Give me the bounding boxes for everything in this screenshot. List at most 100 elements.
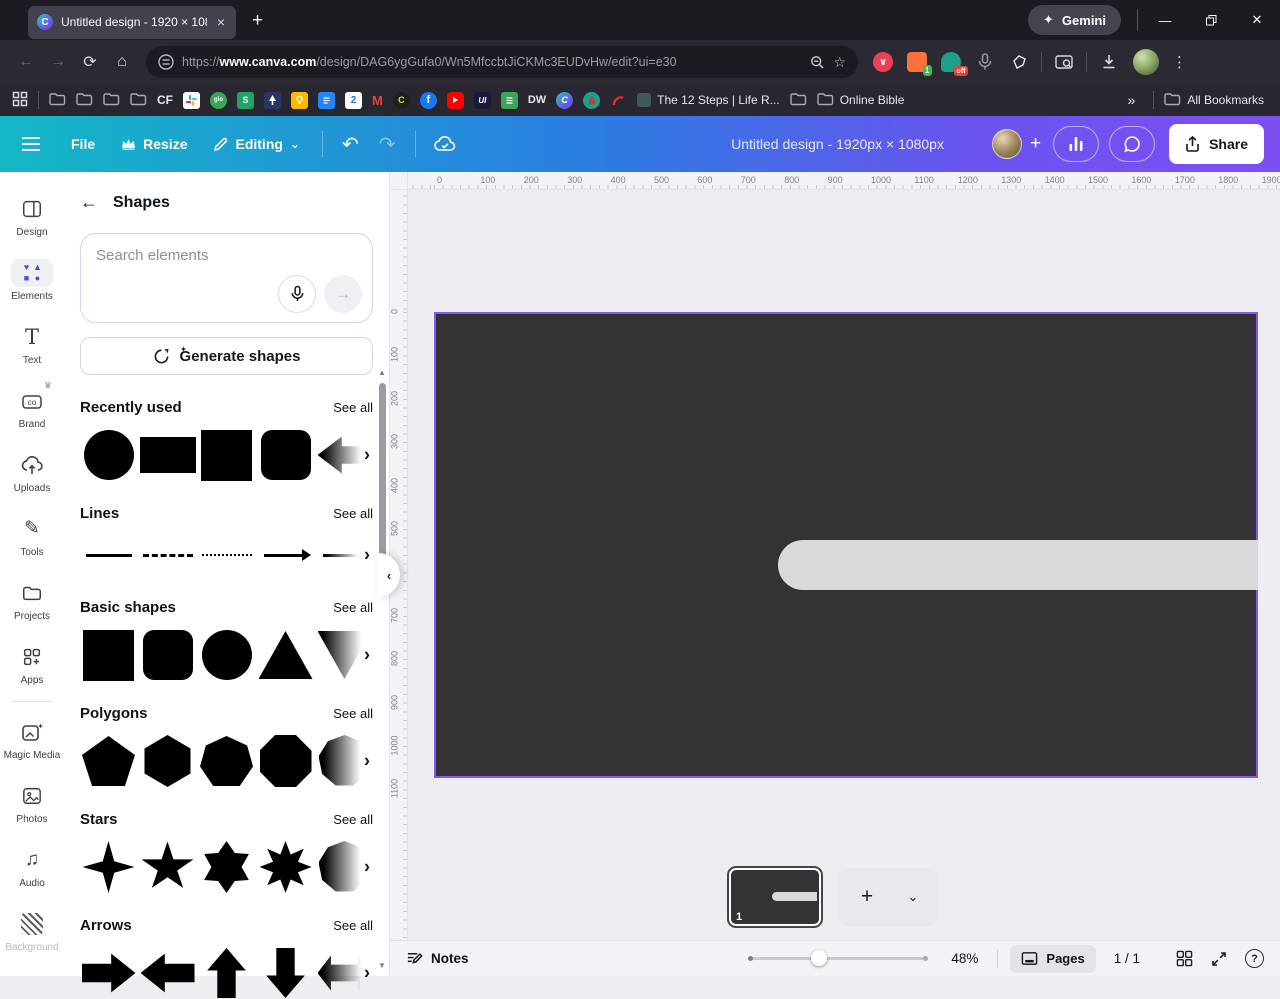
rounded-bar-shape[interactable] xyxy=(778,540,1258,590)
undo-button[interactable]: ↶ xyxy=(332,132,369,157)
container-tab-icon[interactable] xyxy=(1054,52,1074,72)
shape-hexagon[interactable] xyxy=(139,735,196,787)
search-submit-button[interactable]: → xyxy=(324,275,362,313)
permissions-icon[interactable] xyxy=(158,54,174,70)
shape-starburst-more[interactable]: › xyxy=(316,841,373,893)
shape-star-8[interactable] xyxy=(257,841,314,893)
see-all-link[interactable]: See all xyxy=(333,600,373,615)
chevron-right-icon[interactable]: › xyxy=(364,751,370,772)
vpn-extension-icon[interactable]: off xyxy=(941,52,961,72)
docs-icon[interactable] xyxy=(318,92,335,109)
gmail-icon[interactable]: M xyxy=(372,93,383,108)
shape-arrow-left[interactable] xyxy=(139,947,196,999)
tab-manager-extension-icon[interactable]: 1 xyxy=(907,52,927,72)
sidebar-item-audio[interactable]: ♫ Audio xyxy=(0,835,64,899)
zoom-slider-thumb[interactable] xyxy=(811,950,827,966)
forward-icon[interactable]: → xyxy=(42,47,74,77)
bookmark-twelve-steps[interactable]: The 12 Steps | Life R... xyxy=(637,93,780,107)
chevron-right-icon[interactable]: › xyxy=(364,545,370,566)
document-title[interactable]: Untitled design - 1920px × 1080px xyxy=(731,136,944,152)
grid-view-icon[interactable] xyxy=(1176,950,1193,967)
red-site-icon[interactable] xyxy=(610,92,627,109)
sidebar-item-apps[interactable]: Apps xyxy=(0,632,64,696)
pages-toggle-button[interactable]: Pages xyxy=(1010,945,1095,973)
tc-site-icon[interactable]: C xyxy=(393,92,410,109)
design-page[interactable] xyxy=(434,312,1258,778)
line-arrow-more[interactable]: › xyxy=(316,535,373,575)
line-dashed[interactable] xyxy=(139,535,196,575)
generate-shapes-button[interactable]: ✦ Generate shapes xyxy=(80,337,373,375)
help-icon[interactable]: ? xyxy=(1245,949,1264,968)
editing-mode-dropdown[interactable]: Editing ⌄ xyxy=(200,126,313,162)
shape-triangle[interactable] xyxy=(257,629,314,681)
bookmark-online-bible[interactable]: Online Bible xyxy=(817,92,905,109)
reload-icon[interactable]: ⟳ xyxy=(74,47,106,77)
all-bookmarks-button[interactable]: All Bookmarks xyxy=(1164,92,1264,109)
share-button[interactable]: Share xyxy=(1169,124,1264,164)
shape-arrow-left-more[interactable]: › xyxy=(316,429,373,481)
insights-button[interactable] xyxy=(1053,126,1099,162)
file-menu-button[interactable]: File xyxy=(58,126,108,162)
notes-button[interactable]: Notes xyxy=(406,950,469,967)
see-all-link[interactable]: See all xyxy=(333,918,373,933)
sidebar-item-elements[interactable]: ♥▲■● Elements xyxy=(0,248,64,312)
sidebar-item-design[interactable]: Design xyxy=(0,184,64,248)
pocket-extension-icon[interactable]: ∨ xyxy=(873,52,893,72)
bookmark-star-icon[interactable]: ☆ xyxy=(833,54,846,71)
tab-close-icon[interactable]: × xyxy=(215,14,227,30)
glo-icon[interactable]: glo xyxy=(210,92,227,109)
redo-button[interactable]: ↷ xyxy=(369,132,406,157)
facebook-icon[interactable]: f xyxy=(420,92,437,109)
shape-arrow-down[interactable] xyxy=(257,947,314,999)
shape-octagon[interactable] xyxy=(257,735,314,787)
downloads-icon[interactable] xyxy=(1099,52,1119,72)
sidebar-item-background[interactable]: Background xyxy=(0,899,64,963)
line-dotted[interactable] xyxy=(198,535,255,575)
shape-rounded-square[interactable] xyxy=(257,429,314,481)
panel-scrollbar[interactable]: ▲ ▼ xyxy=(378,370,388,970)
sidebar-item-magic-media[interactable]: Magic Media xyxy=(0,707,64,771)
keep-icon[interactable] xyxy=(291,92,308,109)
slack-icon[interactable] xyxy=(183,92,200,109)
shape-circle[interactable] xyxy=(198,629,255,681)
shape-star-5[interactable] xyxy=(139,841,196,893)
back-icon[interactable]: ← xyxy=(10,47,42,77)
shape-star-4[interactable] xyxy=(80,841,137,893)
sidebar-item-text[interactable]: T Text xyxy=(0,312,64,376)
folder-icon[interactable] xyxy=(130,92,147,109)
fullscreen-icon[interactable] xyxy=(1211,951,1227,967)
ui-site-icon[interactable]: UI xyxy=(474,92,491,109)
list-site-icon[interactable] xyxy=(501,92,518,109)
close-window-button[interactable]: ✕ xyxy=(1234,0,1280,40)
gemini-button[interactable]: ✦ Gemini xyxy=(1028,5,1121,35)
canva-avatar[interactable] xyxy=(992,129,1022,159)
shape-inverted-triangle-more[interactable]: › xyxy=(316,629,373,681)
zoom-value[interactable]: 48% xyxy=(951,951,985,966)
bookmark-cf[interactable]: CF xyxy=(157,93,173,107)
shape-square[interactable] xyxy=(198,429,255,481)
see-all-link[interactable]: See all xyxy=(333,400,373,415)
sidebar-item-photos[interactable]: Photos xyxy=(0,771,64,835)
search-elements-box[interactable]: Search elements → xyxy=(80,233,373,323)
url-text[interactable]: https://www.canva.com/design/DAG6ygGufa0… xyxy=(182,55,802,69)
panel-back-icon[interactable]: ← xyxy=(80,192,98,213)
shape-circle[interactable] xyxy=(80,429,137,481)
shape-arrow-double-more[interactable]: › xyxy=(316,947,373,999)
sidebar-item-projects[interactable]: Projects xyxy=(0,568,64,632)
scroll-up-icon[interactable]: ▲ xyxy=(378,368,386,377)
see-all-link[interactable]: See all xyxy=(333,506,373,521)
shape-nonagon-more[interactable]: › xyxy=(316,735,373,787)
folder-icon[interactable] xyxy=(49,92,66,109)
dw-icon[interactable]: DW xyxy=(528,94,546,106)
shape-arrow-up[interactable] xyxy=(198,947,255,999)
see-all-link[interactable]: See all xyxy=(333,812,373,827)
new-tab-button[interactable]: + xyxy=(252,10,263,32)
zoom-slider[interactable] xyxy=(749,957,927,960)
bookmarks-overflow-chevron[interactable]: » xyxy=(1128,92,1136,108)
profile-avatar[interactable] xyxy=(1133,49,1159,75)
restore-button[interactable] xyxy=(1188,0,1234,40)
home-icon[interactable]: ⌂ xyxy=(106,47,138,77)
calendar-icon[interactable]: 2 xyxy=(345,92,362,109)
microphone-icon[interactable] xyxy=(975,52,995,72)
canvas-workspace[interactable]: 0100200300400500600700800900100011001200… xyxy=(390,172,1280,940)
